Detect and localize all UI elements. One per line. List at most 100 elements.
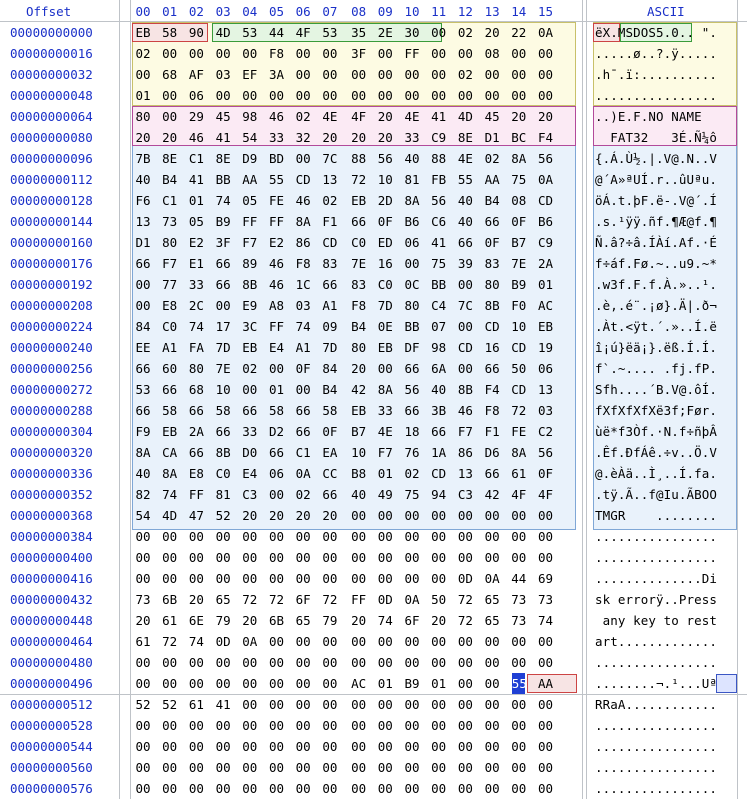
hex-byte[interactable]: 00 [132,757,154,778]
hex-byte[interactable]: 00 [132,715,154,736]
hex-byte[interactable]: 00 [374,778,396,799]
hex-byte[interactable]: 00 [535,526,557,547]
hex-byte[interactable]: 00 [481,694,503,715]
row-ascii[interactable]: ................ [595,652,717,673]
hex-byte[interactable]: 00 [348,778,370,799]
hex-editor-view[interactable]: Offset ASCII 00 01 02 03 04 05 06 07 08 09 10 11 12 1… [0,0,747,799]
hex-byte[interactable]: 00 [212,736,234,757]
hex-byte[interactable]: F1 [319,211,341,232]
hex-byte[interactable]: 20 [348,358,370,379]
hex-byte[interactable]: 41 [428,232,450,253]
hex-byte[interactable]: 74 [185,631,207,652]
hex-byte[interactable]: 66 [239,400,261,421]
hex-byte[interactable]: 66 [292,400,314,421]
hex-byte[interactable]: 8A [401,190,423,211]
hex-byte[interactable]: 74 [292,316,314,337]
hex-byte[interactable]: 00 [374,736,396,757]
hex-byte[interactable]: 00 [132,547,154,568]
hex-byte[interactable]: C4 [428,295,450,316]
hex-byte[interactable]: 00 [132,526,154,547]
hex-byte[interactable]: 00 [454,358,476,379]
row-ascii[interactable]: .w3f.F.f.À.»..¹. [595,274,717,295]
hex-byte[interactable]: 65 [481,610,503,631]
hex-byte[interactable]: 00 [508,526,530,547]
hex-byte[interactable]: 00 [319,715,341,736]
hex-byte[interactable]: 00 [132,568,154,589]
hex-byte[interactable]: 00 [292,547,314,568]
hex-byte[interactable]: 00 [454,526,476,547]
hex-byte[interactable]: 72 [454,589,476,610]
hex-byte[interactable]: 52 [212,505,234,526]
hex-byte[interactable]: CD [508,337,530,358]
hex-byte[interactable]: 00 [428,43,450,64]
hex-byte[interactable]: 00 [481,547,503,568]
hex-byte[interactable]: 00 [292,568,314,589]
hex-byte[interactable]: 00 [535,43,557,64]
hex-byte[interactable]: 00 [266,757,288,778]
hex-byte[interactable]: 00 [266,631,288,652]
row-ascii[interactable]: @´A»ªUÍ.r..ûUªu. [595,169,717,190]
hex-byte[interactable]: 00 [239,85,261,106]
hex-byte[interactable]: 0A [292,463,314,484]
hex-byte[interactable]: CC [319,463,341,484]
hex-byte[interactable]: EB [132,22,154,43]
hex-byte[interactable]: 66 [212,253,234,274]
hex-byte[interactable]: B4 [319,379,341,400]
hex-byte[interactable]: 8B [454,379,476,400]
hex-byte[interactable]: 10 [374,169,396,190]
hex-byte[interactable]: CD [508,379,530,400]
row-ascii[interactable]: .s.¹ÿÿ.ñf.¶Æ@f.¶ [595,211,717,232]
hex-byte[interactable]: F9 [132,421,154,442]
hex-byte[interactable]: 0D [374,589,396,610]
hex-byte[interactable]: BB [401,316,423,337]
hex-byte[interactable]: E2 [185,232,207,253]
hex-byte[interactable]: 40 [454,211,476,232]
hex-byte[interactable]: 00 [239,568,261,589]
hex-byte[interactable]: 66 [401,400,423,421]
row-ascii[interactable]: FAT32 3É.Ñ¼ô [595,127,717,148]
hex-byte[interactable]: 72 [319,589,341,610]
hex-byte[interactable]: 00 [266,358,288,379]
hex-byte[interactable]: 00 [374,694,396,715]
hex-byte[interactable]: 72 [454,610,476,631]
hex-byte[interactable]: 00 [535,631,557,652]
hex-byte[interactable]: 00 [292,757,314,778]
hex-byte[interactable]: 75 [428,253,450,274]
row-ascii[interactable]: ................ [595,715,717,736]
hex-byte[interactable]: 50 [508,358,530,379]
hex-byte[interactable]: 00 [319,694,341,715]
hex-byte[interactable]: EA [319,442,341,463]
hex-byte[interactable]: C3 [454,484,476,505]
hex-byte[interactable]: C0 [374,274,396,295]
hex-byte[interactable]: 00 [481,526,503,547]
hex-byte[interactable]: F8 [266,43,288,64]
hex-byte[interactable]: 00 [212,673,234,694]
hex-byte[interactable]: 33 [374,400,396,421]
hex-byte[interactable]: 07 [428,316,450,337]
hex-byte[interactable]: 82 [132,484,154,505]
hex-byte[interactable]: 00 [374,358,396,379]
hex-byte[interactable]: 8B [481,295,503,316]
hex-byte[interactable]: 00 [319,526,341,547]
hex-byte[interactable]: 46 [266,274,288,295]
hex-byte[interactable]: 01 [132,85,154,106]
hex-byte[interactable]: 4D [212,22,234,43]
hex-byte[interactable]: 40 [454,190,476,211]
hex-byte[interactable]: 00 [185,43,207,64]
hex-byte[interactable]: 01 [266,379,288,400]
hex-byte[interactable]: 09 [319,316,341,337]
hex-byte[interactable]: D1 [481,127,503,148]
hex-byte[interactable]: 00 [481,85,503,106]
hex-byte[interactable]: 20 [266,505,288,526]
hex-byte[interactable]: 00 [374,547,396,568]
hex-byte[interactable]: 66 [212,421,234,442]
hex-byte[interactable]: 33 [185,274,207,295]
hex-byte[interactable]: 6F [292,589,314,610]
hex-byte[interactable]: FF [266,316,288,337]
hex-byte[interactable]: 20 [292,505,314,526]
hex-byte[interactable]: B9 [401,673,423,694]
hex-byte[interactable]: 20 [132,127,154,148]
hex-byte[interactable]: 00 [266,778,288,799]
hex-byte[interactable]: 0C [401,274,423,295]
hex-byte[interactable]: CA [159,442,181,463]
